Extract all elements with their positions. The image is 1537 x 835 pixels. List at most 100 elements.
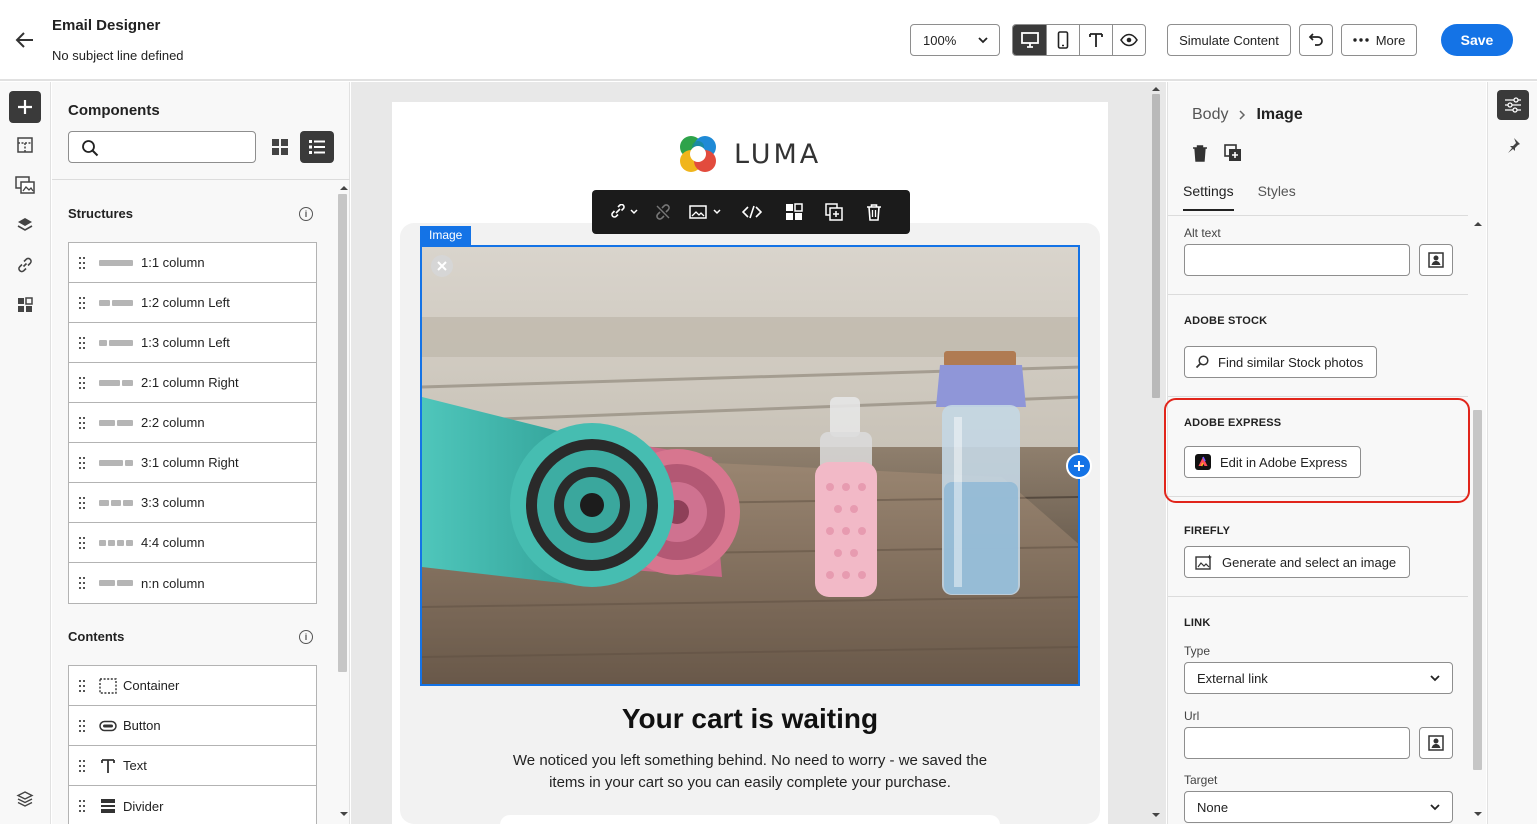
- email-button-partial[interactable]: [500, 815, 1000, 835]
- find-stock-photos-button[interactable]: Find similar Stock photos: [1184, 346, 1378, 378]
- structure-item[interactable]: 2:2 column: [69, 403, 316, 443]
- structure-item[interactable]: 1:2 column Left: [69, 283, 316, 323]
- component-search-input[interactable]: [68, 131, 256, 163]
- unlink-icon[interactable]: [646, 197, 680, 227]
- more-button[interactable]: More: [1341, 24, 1417, 56]
- back-arrow-icon[interactable]: [13, 28, 37, 52]
- personalization-button[interactable]: [1419, 727, 1453, 759]
- content-item[interactable]: Text: [69, 746, 316, 786]
- layers-stack-icon[interactable]: [9, 783, 41, 815]
- hero-image[interactable]: [420, 245, 1080, 686]
- drag-handle-icon[interactable]: [79, 719, 85, 732]
- structure-label: 2:2 column: [141, 415, 205, 430]
- link-target-select[interactable]: None: [1184, 791, 1453, 823]
- column-layout-icon: [99, 339, 133, 347]
- email-body-text[interactable]: We noticed you left something behind. No…: [500, 750, 1000, 794]
- structure-item[interactable]: 2:1 column Right: [69, 363, 316, 403]
- structure-label: 3:1 column Right: [141, 455, 239, 470]
- properties-scrollbar[interactable]: [1469, 216, 1485, 824]
- components-scrollbar[interactable]: [336, 180, 348, 824]
- drag-handle-icon[interactable]: [79, 800, 85, 812]
- link-dropdown-icon[interactable]: [606, 197, 642, 227]
- remove-image-icon[interactable]: [431, 255, 453, 277]
- apps-grid-icon[interactable]: [9, 289, 41, 321]
- image-dropdown-icon[interactable]: [684, 197, 728, 227]
- drag-handle-icon[interactable]: [79, 536, 85, 549]
- tab-settings[interactable]: Settings: [1183, 183, 1234, 211]
- delete-trash-icon[interactable]: [1192, 144, 1208, 162]
- drag-handle-icon[interactable]: [79, 296, 85, 309]
- contents-heading: Contents: [68, 629, 125, 644]
- alt-text-label: Alt text: [1184, 226, 1221, 240]
- structure-item[interactable]: 3:3 column: [69, 483, 316, 523]
- desktop-view-icon[interactable]: [1013, 25, 1046, 55]
- drag-handle-icon[interactable]: [79, 336, 85, 349]
- duplicate-icon[interactable]: [816, 197, 852, 227]
- info-icon[interactable]: i: [299, 207, 313, 221]
- link-icon[interactable]: [9, 249, 41, 281]
- text-view-icon[interactable]: [1079, 25, 1112, 55]
- code-icon[interactable]: [732, 197, 772, 227]
- target-label: Target: [1184, 773, 1218, 787]
- column-layout-icon: [99, 539, 133, 547]
- structure-label: n:n column: [141, 575, 205, 591]
- add-components-icon[interactable]: [9, 91, 41, 123]
- breadcrumb-body[interactable]: Body: [1192, 106, 1228, 124]
- scrollbar-thumb[interactable]: [1473, 410, 1482, 770]
- scrollbar-thumb[interactable]: [338, 194, 347, 672]
- add-block-plus-icon[interactable]: [1066, 453, 1092, 479]
- structure-item[interactable]: 1:3 column Left: [69, 323, 316, 363]
- subject-line: No subject line defined: [52, 48, 184, 63]
- link-heading: LINK: [1184, 617, 1211, 629]
- drag-handle-icon[interactable]: [79, 376, 85, 389]
- generate-image-button[interactable]: Generate and select an image: [1184, 546, 1411, 578]
- right-rail: [1487, 82, 1537, 824]
- drag-handle-icon[interactable]: [79, 456, 85, 469]
- info-icon[interactable]: i: [299, 630, 313, 644]
- alt-text-input[interactable]: [1184, 244, 1410, 276]
- mobile-view-icon[interactable]: [1046, 25, 1079, 55]
- structure-item[interactable]: 3:1 column Right: [69, 443, 316, 483]
- content-item[interactable]: Button: [69, 706, 316, 746]
- email-body[interactable]: LUMA Image Your cart is waiting We notic…: [392, 102, 1108, 835]
- fragments-icon[interactable]: [9, 129, 41, 161]
- link-type-select[interactable]: External link: [1184, 662, 1453, 694]
- duplicate-icon[interactable]: [1224, 144, 1242, 162]
- canvas-scrollbar[interactable]: [1148, 82, 1164, 824]
- assets-icon[interactable]: [9, 169, 41, 201]
- undo-button[interactable]: [1299, 24, 1333, 56]
- personalization-button[interactable]: [1419, 244, 1453, 276]
- tab-styles[interactable]: Styles: [1258, 183, 1296, 211]
- components-grid-icon[interactable]: [776, 197, 812, 227]
- content-item[interactable]: Container: [69, 666, 316, 706]
- grid-view-icon[interactable]: [268, 135, 292, 159]
- generate-image-label: Generate and select an image: [1222, 554, 1397, 570]
- properties-sliders-icon[interactable]: [1497, 90, 1529, 120]
- email-content-card: Image Your cart is waiting We noticed yo…: [400, 223, 1100, 835]
- drag-handle-icon[interactable]: [79, 577, 85, 589]
- zoom-select[interactable]: 100%: [910, 24, 1000, 56]
- luma-logo[interactable]: LUMA: [676, 132, 826, 176]
- drag-handle-icon[interactable]: [79, 759, 85, 772]
- structures-list: 1:1 column 1:2 column Left 1:3 column Left…: [68, 242, 317, 604]
- drag-handle-icon[interactable]: [79, 416, 85, 429]
- drag-handle-icon[interactable]: [79, 496, 85, 509]
- structure-item[interactable]: 1:1 column: [69, 243, 316, 283]
- drag-handle-icon[interactable]: [79, 679, 85, 692]
- simulate-content-button[interactable]: Simulate Content: [1167, 24, 1291, 56]
- adobe-stock-heading: ADOBE STOCK: [1184, 315, 1268, 327]
- edit-in-adobe-express-button[interactable]: Edit in Adobe Express: [1184, 446, 1362, 478]
- url-input[interactable]: [1184, 727, 1410, 759]
- email-headline[interactable]: Your cart is waiting: [400, 703, 1100, 735]
- structure-item[interactable]: 4:4 column: [69, 523, 316, 563]
- content-item[interactable]: Divider: [69, 786, 316, 824]
- layers-icon[interactable]: [9, 209, 41, 241]
- drag-handle-icon[interactable]: [79, 256, 85, 269]
- delete-trash-icon[interactable]: [856, 197, 892, 227]
- list-view-icon[interactable]: [300, 131, 334, 163]
- save-button[interactable]: Save: [1441, 24, 1513, 56]
- structure-item[interactable]: n:n column: [69, 563, 316, 603]
- scrollbar-thumb[interactable]: [1152, 94, 1160, 398]
- preview-eye-icon[interactable]: [1112, 25, 1145, 55]
- pin-icon[interactable]: [1497, 130, 1529, 160]
